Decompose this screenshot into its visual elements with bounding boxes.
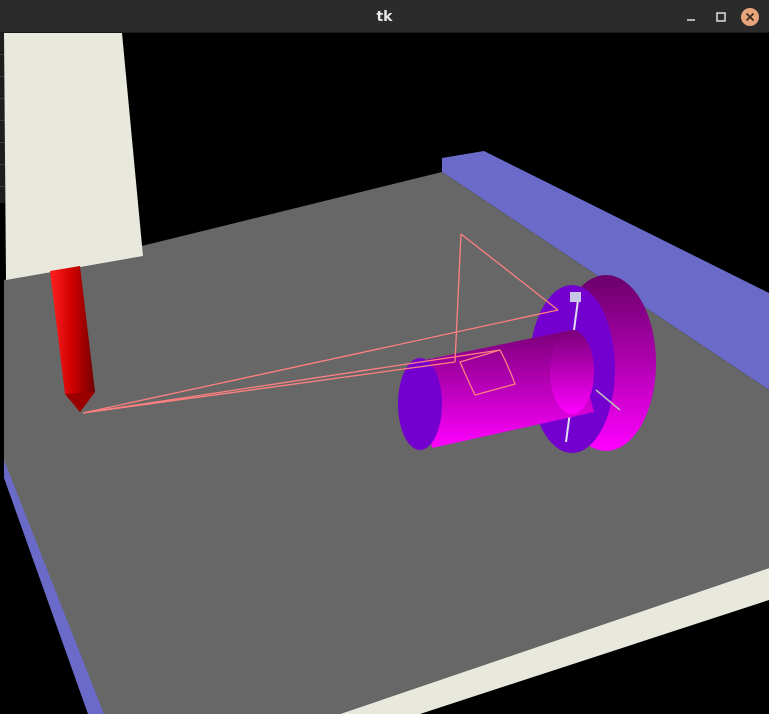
maximize-icon — [716, 12, 726, 22]
3d-viewport[interactable] — [0, 33, 769, 714]
close-icon — [745, 12, 755, 22]
close-button[interactable] — [741, 8, 759, 26]
workpiece-cylinder-end — [398, 358, 442, 450]
app-window: tk — [0, 0, 769, 714]
flange-key — [570, 292, 581, 302]
window-title: tk — [376, 9, 393, 25]
title-bar[interactable]: tk — [0, 0, 769, 33]
minimize-button[interactable] — [682, 8, 700, 26]
workpiece-cylinder-end-back — [550, 330, 594, 414]
spindle-housing — [4, 33, 143, 280]
maximize-button[interactable] — [712, 8, 730, 26]
minimize-icon — [687, 19, 695, 21]
